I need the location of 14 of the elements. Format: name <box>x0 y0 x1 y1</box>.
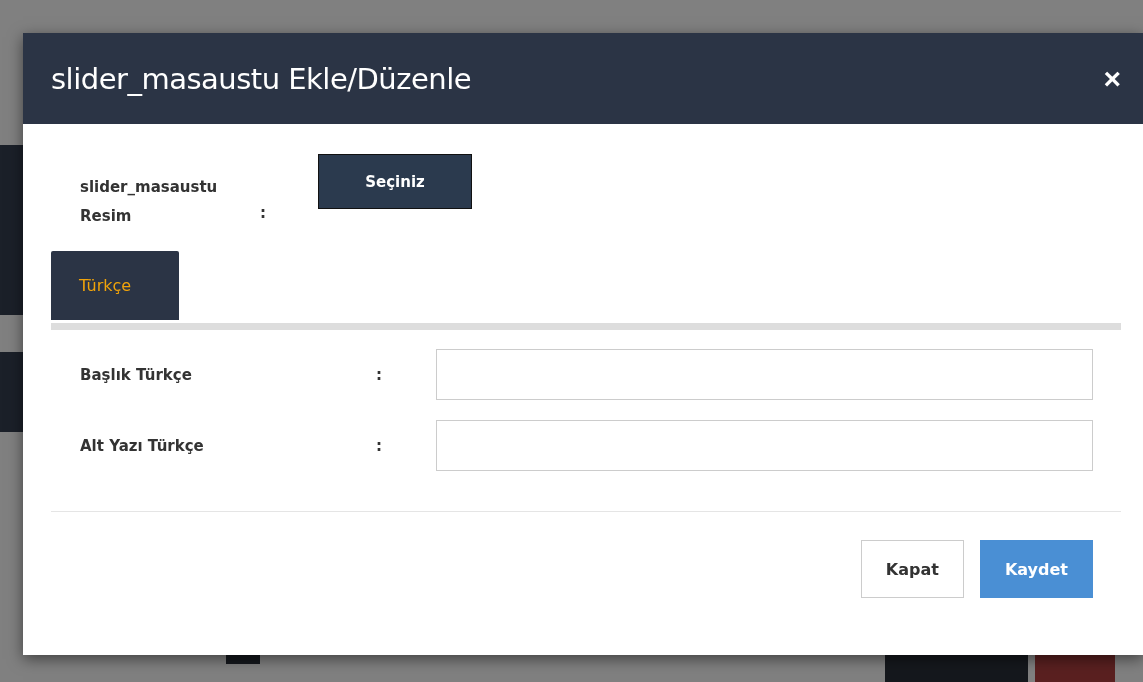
field-label: slider_masaustu Resim <box>79 177 219 227</box>
colon: : <box>376 365 383 384</box>
close-button[interactable]: × <box>1103 63 1121 94</box>
close-button[interactable]: Kapat <box>860 540 964 598</box>
field-label: Alt Yazı Türkçe <box>79 436 205 455</box>
field-label: Başlık Türkçe <box>79 365 193 384</box>
choose-button[interactable]: Seçiniz <box>318 154 472 209</box>
colon: : <box>376 436 383 455</box>
dialog-title: slider_masaustu Ekle/Düzenle <box>51 61 472 96</box>
language-tab[interactable]: Türkçe <box>51 251 179 320</box>
input-field[interactable] <box>436 420 1093 471</box>
colon: : <box>260 203 267 222</box>
input-field[interactable] <box>436 349 1093 400</box>
background-panel <box>226 654 260 664</box>
